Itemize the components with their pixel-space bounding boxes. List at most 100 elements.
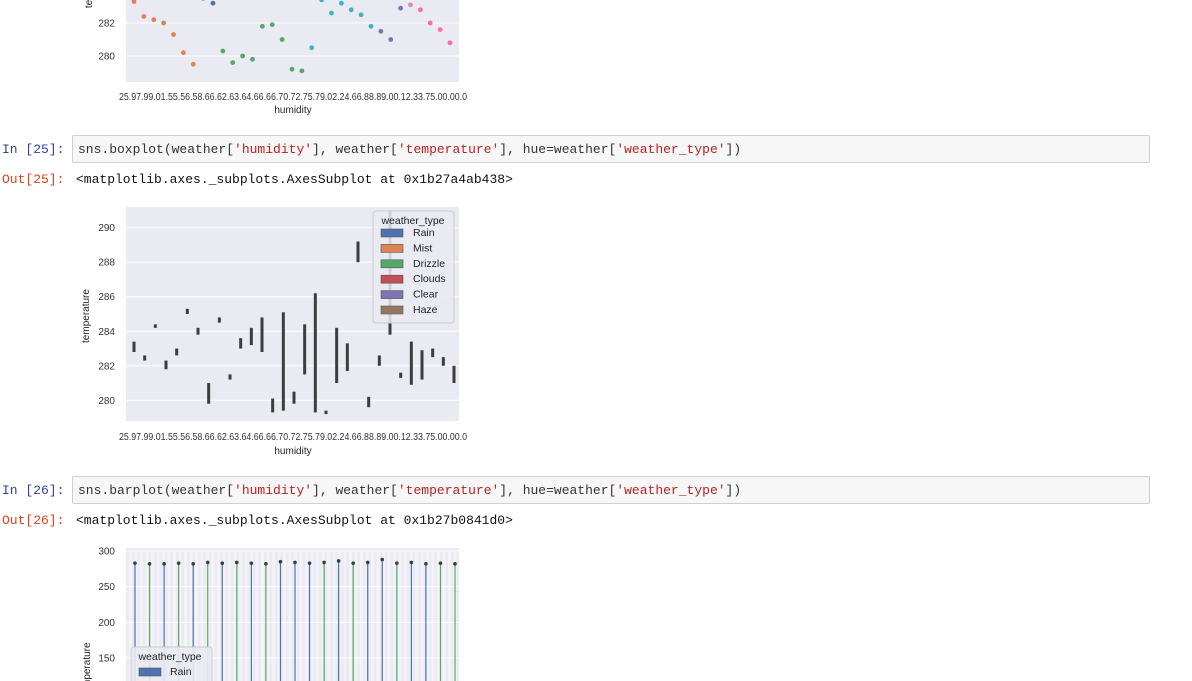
data-point [378,28,384,34]
error-cap [264,562,268,566]
box [239,338,243,349]
output-text: <matplotlib.axes._subplots.AxesSubplot a… [76,513,513,528]
box [143,355,147,361]
error-cap [220,561,225,565]
category-band [316,552,319,681]
data-point [437,27,443,32]
legend-swatch [380,290,404,299]
error-cap [307,561,312,565]
legend-entry: Rain [170,666,192,678]
box [420,350,424,380]
code-input-cell[interactable]: sns.boxplot(weather['humidity'], weather… [72,135,1150,163]
data-point [180,50,186,56]
category-band [360,552,363,681]
box [324,410,328,415]
y-tick-label: 200 [98,618,115,629]
data-point [141,14,147,19]
category-band [415,552,418,681]
category-band [376,552,380,681]
category-band [387,552,391,681]
bar [425,563,427,681]
y-tick-label: 282 [98,361,115,372]
bar [367,562,369,681]
bar [250,563,252,681]
category-band [222,552,226,681]
category-band [404,552,407,681]
data-point [289,66,295,72]
box [335,327,339,384]
data-point [398,5,404,11]
y-tick-label: 282 [98,19,115,30]
legend-swatch [380,228,404,238]
legend-entry: Drizzle [413,258,445,270]
legend-swatch [138,667,162,677]
output-prompt: Out[25]: [2,172,65,187]
error-cap [191,562,195,566]
error-cap [205,560,210,565]
data-point [427,20,433,26]
box [217,317,221,323]
y-tick-label: 288 [98,258,115,269]
category-band [255,552,259,681]
category-band [288,552,292,681]
category-band [244,552,248,681]
box [377,355,381,366]
y-tick-label: 284 [98,327,115,338]
box [153,324,157,328]
bar [323,562,325,681]
error-cap [424,562,428,566]
box [292,391,296,404]
category-band [393,552,396,681]
category-band [239,552,242,681]
category-band [442,552,446,681]
y-tick-label: 300 [98,547,115,558]
x-tick-labels: 25.97.99.01.55.56.58.66.62.63.64.66.66.7… [119,92,467,103]
category-band [448,552,451,681]
bar [279,561,282,681]
box [399,372,403,378]
category-band [398,552,402,681]
error-cap [235,560,239,565]
category-band [261,552,264,681]
input-prompt: In [25]: [2,142,65,157]
category-band [349,552,352,681]
error-cap [453,562,457,566]
box [281,312,285,411]
box [271,398,275,413]
box [228,374,232,380]
category-band [283,552,286,681]
data-point [368,23,374,29]
box [313,293,317,413]
data-point [190,61,196,67]
category-band [431,552,435,681]
bar [338,560,340,681]
y-axis-label: temperature [81,289,92,343]
legend-entry: Mist [413,242,432,254]
category-band [228,552,231,681]
legend-swatch [380,244,404,253]
data-point [230,60,236,65]
y-axis-label: te [84,0,95,8]
data-point [259,23,265,29]
data-point [447,40,453,46]
code-input-cell[interactable]: sns.barplot(weather['humidity'], weather… [72,476,1150,504]
category-band [217,552,220,681]
error-cap [351,561,355,565]
y-tick-label: 280 [98,52,115,63]
box [409,341,413,385]
y-tick-label: 250 [98,582,115,593]
bar [265,563,267,681]
data-point [417,7,423,13]
box [367,396,371,408]
bar [396,563,398,681]
category-band [332,552,336,681]
legend-entry: Haze [413,304,438,316]
legend-entry: Rain [413,227,435,239]
legend-title: weather_type [380,215,444,227]
error-cap [380,557,385,562]
y-tick-label: 150 [98,654,115,665]
data-point [151,17,157,23]
category-band [371,552,374,681]
data-point [408,2,413,8]
box [207,383,211,404]
